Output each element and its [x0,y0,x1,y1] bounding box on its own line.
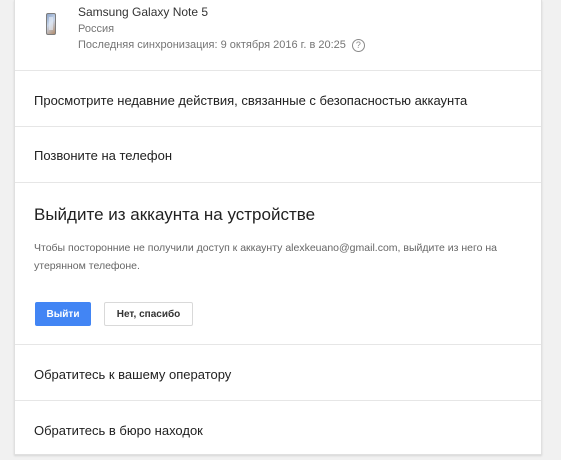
device-name: Samsung Galaxy Note 5 [78,5,209,19]
sign-out-title: Выйдите из аккаунта на устройстве [34,205,316,224]
last-sync-text: Последняя синхронизация: 9 октября 2016 … [78,39,346,51]
sign-out-description: Чтобы посторонние не получили доступ к а… [34,242,498,272]
no-thanks-button[interactable]: Нет, спасибо [104,302,193,326]
lost-and-found-item[interactable]: Обратитесь в бюро находок [15,401,541,454]
call-phone-item[interactable]: Позвоните на телефон [15,127,541,183]
device-info: Samsung Galaxy Note 5 Россия Последняя с… [15,0,541,71]
help-icon[interactable]: ? [351,39,365,52]
call-phone-label: Позвоните на телефон [34,148,173,163]
device-country: Россия [78,23,115,35]
review-security-activity-item[interactable]: Просмотрите недавние действия, связанные… [15,71,541,127]
contact-operator-label: Обратитесь к вашему оператору [34,367,232,382]
phone-icon [46,13,56,35]
contact-operator-item[interactable]: Обратитесь к вашему оператору [15,345,541,401]
sign-out-button[interactable]: Выйти [35,302,91,326]
sign-out-section: Выйдите из аккаунта на устройстве Чтобы … [15,183,541,345]
find-device-card: Samsung Galaxy Note 5 Россия Последняя с… [14,0,542,455]
device-last-sync: Последняя синхронизация: 9 октября 2016 … [78,39,365,52]
lost-and-found-label: Обратитесь в бюро находок [34,423,203,438]
review-security-activity-label: Просмотрите недавние действия, связанные… [34,93,468,108]
